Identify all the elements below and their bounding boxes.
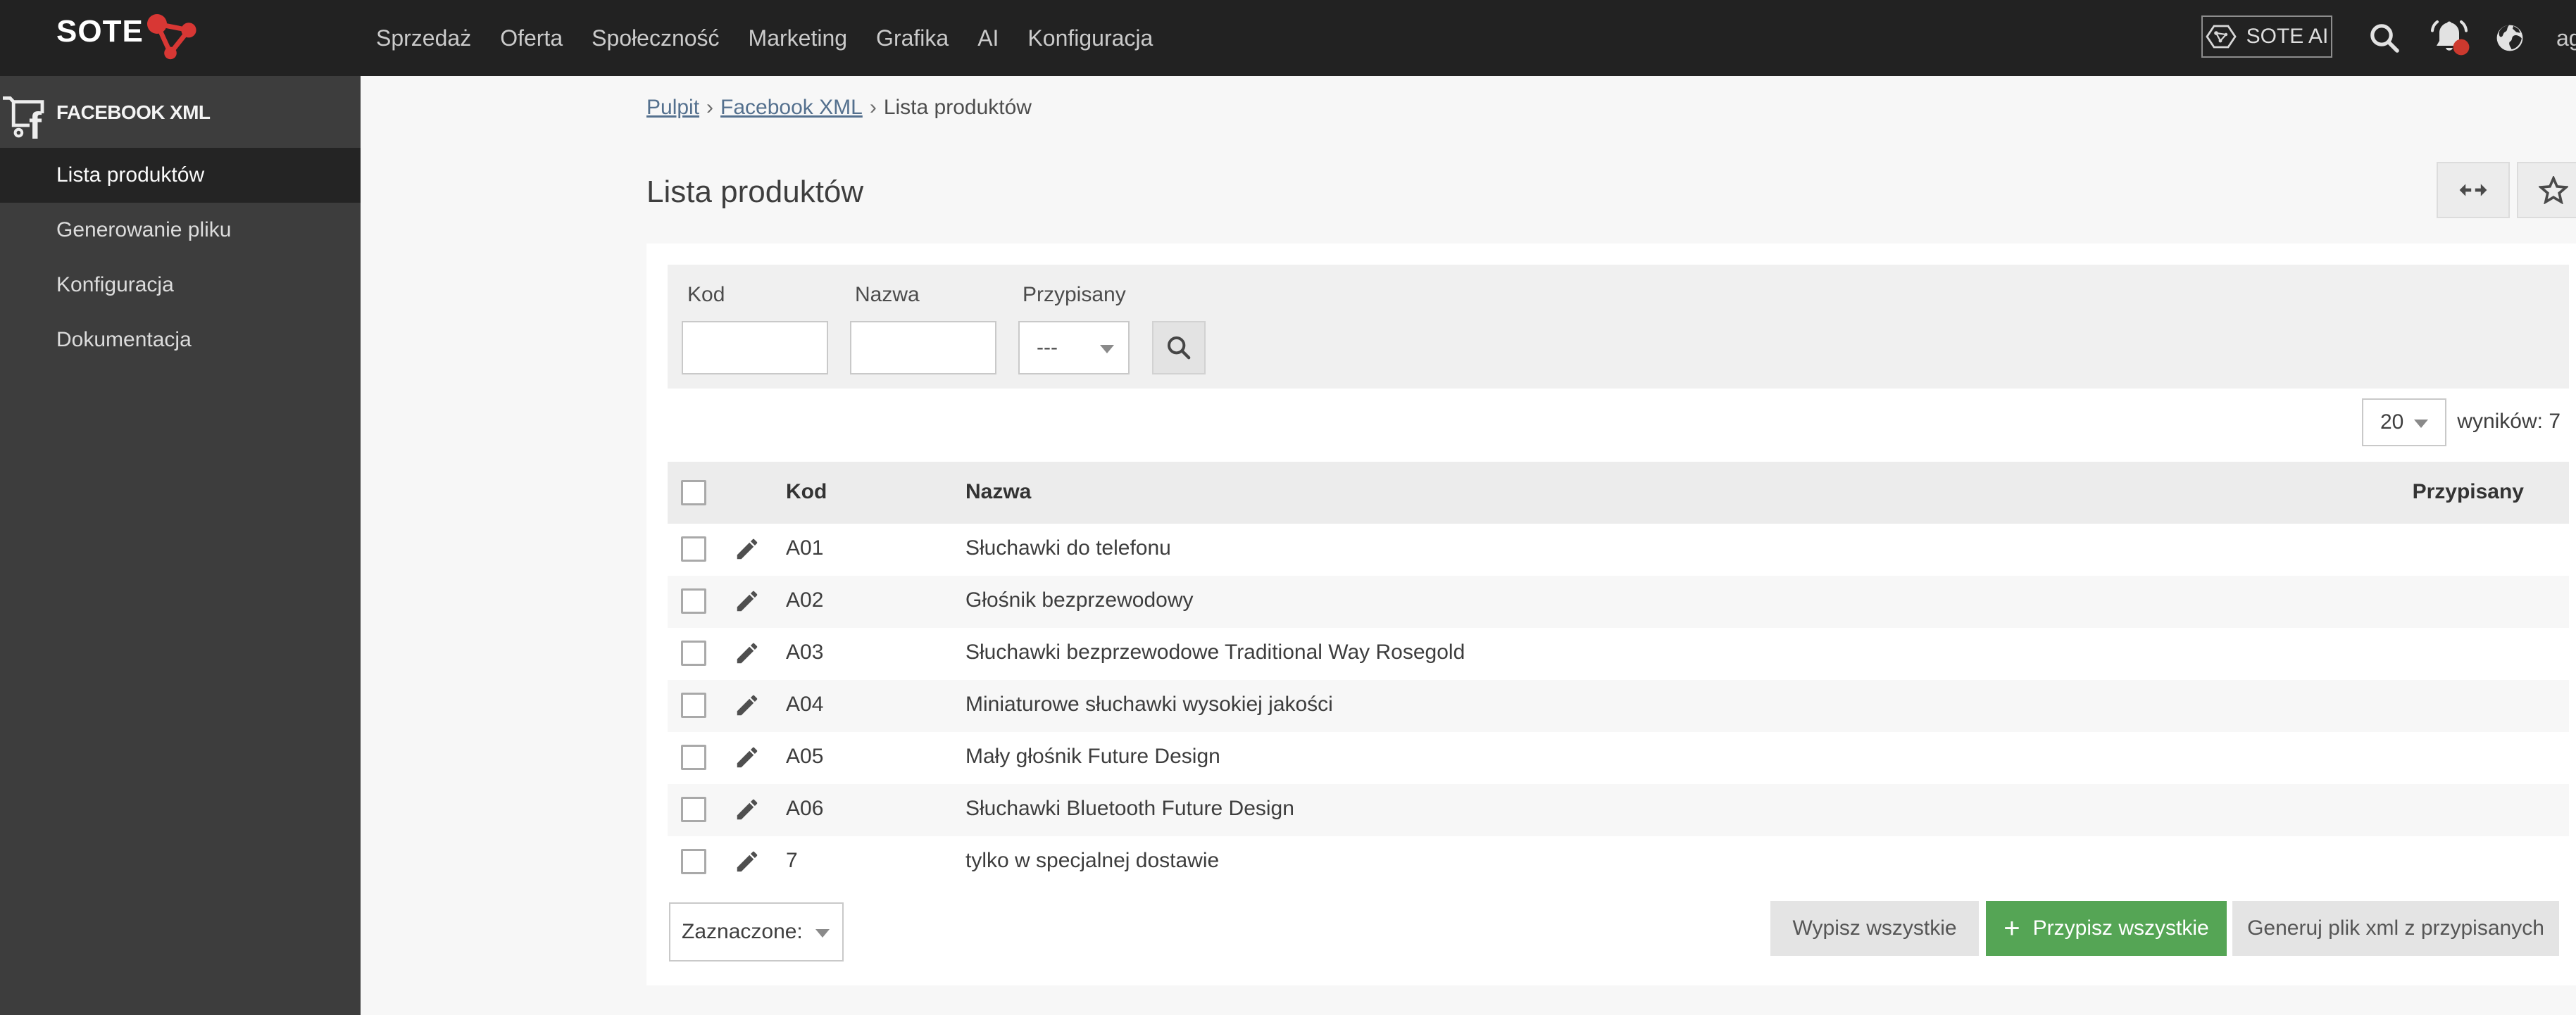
svg-text:f: f [29,105,42,140]
